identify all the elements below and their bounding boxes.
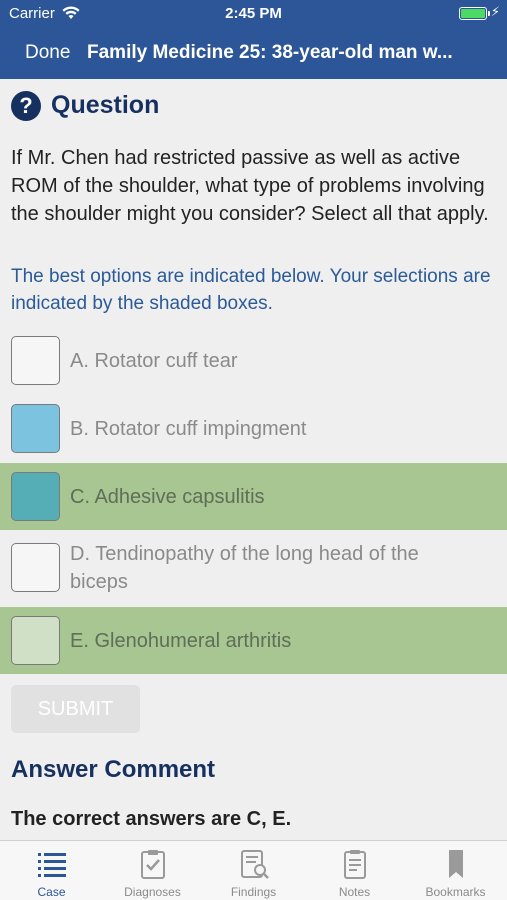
tab-bar: Case Diagnoses Findings Notes Bookmarks	[0, 840, 507, 900]
list-icon	[35, 849, 69, 879]
option-label: E. Glenohumeral arthritis	[70, 630, 292, 652]
option-label: D. Tendinopathy of the long head of the …	[70, 543, 419, 593]
option-label: C. Adhesive capsulitis	[70, 486, 265, 508]
nav-bar: Done Family Medicine 25: 38-year-old man…	[0, 28, 507, 79]
tab-label: Diagnoses	[124, 885, 181, 899]
page-title: Family Medicine 25: 38-year-old man w...	[87, 42, 453, 63]
battery-icon	[459, 7, 490, 20]
bookmark-icon	[439, 849, 473, 879]
tab-bookmarks[interactable]: Bookmarks	[405, 841, 506, 900]
correct-answers-text: The correct answers are C, E.	[11, 808, 292, 830]
option-checkbox[interactable]	[11, 404, 60, 453]
option-b[interactable]: B. Rotator cuff impingment	[0, 398, 507, 460]
option-c[interactable]: C. Adhesive capsulitis	[0, 463, 507, 530]
question-text: If Mr. Chen had restricted passive as we…	[11, 147, 489, 225]
tab-notes[interactable]: Notes	[304, 841, 405, 900]
option-checkbox[interactable]	[11, 616, 60, 665]
answer-comment-heading: Answer Comment	[11, 756, 216, 783]
done-button[interactable]: Done	[25, 42, 70, 64]
option-label: B. Rotator cuff impingment	[70, 418, 307, 440]
option-d[interactable]: D. Tendinopathy of the long head of the …	[0, 532, 507, 605]
option-checkbox[interactable]	[11, 543, 60, 592]
tab-label: Bookmarks	[425, 885, 486, 899]
status-time: 2:45 PM	[225, 5, 282, 22]
tab-label: Notes	[338, 885, 371, 899]
notes-icon	[338, 849, 372, 879]
tab-diagnoses[interactable]: Diagnoses	[102, 841, 203, 900]
tab-case[interactable]: Case	[1, 841, 102, 900]
charging-icon: ⚡	[490, 4, 500, 19]
document-search-icon	[237, 849, 271, 879]
option-e[interactable]: E. Glenohumeral arthritis	[0, 607, 507, 674]
tab-findings[interactable]: Findings	[203, 841, 304, 900]
option-a[interactable]: A. Rotator cuff tear	[0, 331, 507, 393]
question-circle-icon: ?	[11, 91, 41, 121]
option-checkbox[interactable]	[11, 336, 60, 385]
option-label: A. Rotator cuff tear	[70, 350, 238, 372]
instruction-text: The best options are indicated below. Yo…	[11, 266, 491, 314]
clipboard-check-icon	[136, 849, 170, 879]
question-heading: Question	[51, 91, 160, 119]
tab-label: Case	[37, 885, 66, 899]
option-checkbox[interactable]	[11, 472, 60, 521]
submit-button[interactable]: SUBMIT	[11, 685, 140, 733]
status-bar: Carrier 2:45 PM ⚡	[0, 0, 507, 28]
tab-label: Findings	[230, 885, 277, 899]
